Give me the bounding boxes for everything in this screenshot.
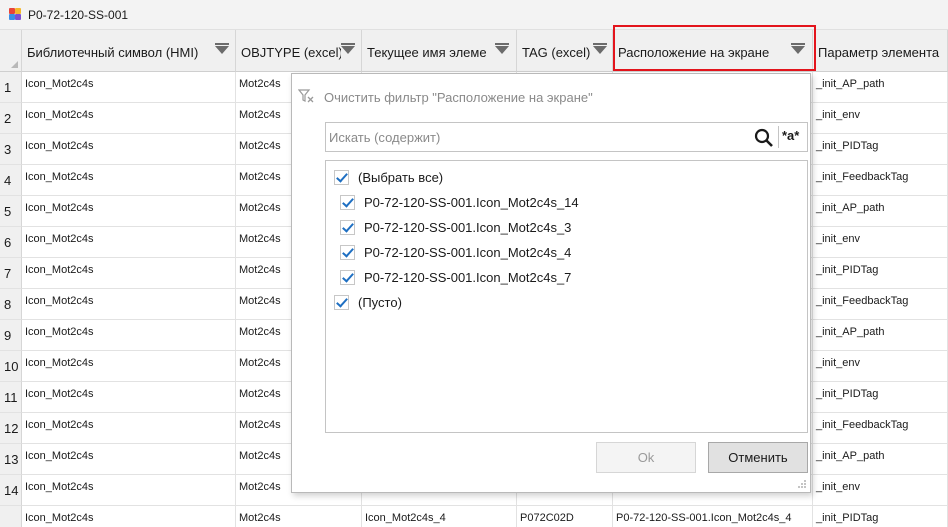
table-cell[interactable]: Icon_Mot2c4s: [22, 382, 236, 413]
clear-filter-button[interactable]: Очистить фильтр "Расположение на экране": [298, 87, 678, 107]
filter-popup: Очистить фильтр "Расположение на экране"…: [291, 73, 811, 493]
table-cell[interactable]: Icon_Mot2c4s: [22, 320, 236, 351]
row-number[interactable]: [0, 506, 22, 527]
row-number[interactable]: 12: [0, 413, 22, 444]
table-cell[interactable]: _init_AP_path: [813, 320, 948, 351]
list-item-label: P0-72-120-SS-001.Icon_Mot2c4s_14: [364, 195, 579, 210]
row-number[interactable]: 3: [0, 134, 22, 165]
column-header-library-symbol[interactable]: Библиотечный символ (HMI): [22, 30, 236, 72]
app-icon: [9, 8, 21, 20]
table-cell[interactable]: _init_PIDTag: [813, 134, 948, 165]
select-all-corner[interactable]: [0, 30, 22, 72]
table-cell[interactable]: _init_PIDTag: [813, 382, 948, 413]
row-number[interactable]: 14: [0, 475, 22, 506]
table-cell[interactable]: _init_env: [813, 475, 948, 506]
list-item-label: P0-72-120-SS-001.Icon_Mot2c4s_7: [364, 270, 572, 285]
table-cell[interactable]: _init_FeedbackTag: [813, 413, 948, 444]
column-header-current-name[interactable]: Текущее имя элеме: [362, 30, 517, 72]
table-cell[interactable]: P072C02D: [517, 506, 613, 527]
search-separator: [778, 126, 779, 148]
column-header-tag[interactable]: TAG (excel): [517, 30, 613, 72]
row-number[interactable]: 8: [0, 289, 22, 320]
list-item-label: (Пусто): [358, 295, 402, 310]
row-number[interactable]: 9: [0, 320, 22, 351]
table-cell[interactable]: _init_AP_path: [813, 444, 948, 475]
row-number[interactable]: 6: [0, 227, 22, 258]
checkbox[interactable]: [334, 170, 349, 185]
checkbox[interactable]: [340, 270, 355, 285]
table-cell[interactable]: Icon_Mot2c4s: [22, 134, 236, 165]
table-cell[interactable]: _init_PIDTag: [813, 258, 948, 289]
row-number[interactable]: 10: [0, 351, 22, 382]
column-header-label: Библиотечный символ (HMI): [27, 45, 199, 60]
row-number[interactable]: 4: [0, 165, 22, 196]
table-cell[interactable]: Icon_Mot2c4s: [22, 444, 236, 475]
table-cell[interactable]: Icon_Mot2c4s: [22, 165, 236, 196]
table-cell[interactable]: Icon_Mot2c4s: [22, 475, 236, 506]
filter-dropdown-icon[interactable]: [215, 43, 229, 54]
column-header-element-param[interactable]: Параметр элемента: [813, 30, 948, 72]
row-number[interactable]: 5: [0, 196, 22, 227]
table-cell[interactable]: _init_env: [813, 103, 948, 134]
table-cell[interactable]: Mot2c4s: [236, 506, 362, 527]
table-cell[interactable]: Icon_Mot2c4s: [22, 351, 236, 382]
filter-dropdown-icon[interactable]: [341, 43, 355, 54]
table-cell[interactable]: Icon_Mot2c4s_4: [362, 506, 517, 527]
ok-button[interactable]: Ok: [596, 442, 696, 473]
column-header-objtype[interactable]: OBJTYPE (excel): [236, 30, 362, 72]
resize-grip-icon[interactable]: [797, 479, 807, 489]
list-item-label: P0-72-120-SS-001.Icon_Mot2c4s_3: [364, 220, 572, 235]
column-header-label: Текущее имя элеме: [367, 45, 487, 60]
table-cell[interactable]: Icon_Mot2c4s: [22, 103, 236, 134]
row-number[interactable]: 7: [0, 258, 22, 289]
table-cell[interactable]: Icon_Mot2c4s: [22, 289, 236, 320]
row-number[interactable]: 2: [0, 103, 22, 134]
search-box: *a*: [325, 122, 808, 152]
filter-value-list: (Выбрать все) P0-72-120-SS-001.Icon_Mot2…: [325, 160, 808, 433]
table-cell[interactable]: _init_PIDTag: [813, 506, 948, 527]
window-title: P0-72-120-SS-001: [28, 8, 129, 22]
column-header-label: Параметр элемента: [818, 45, 940, 60]
row-number[interactable]: 13: [0, 444, 22, 475]
checkbox[interactable]: [340, 245, 355, 260]
row-number[interactable]: 11: [0, 382, 22, 413]
table-cell[interactable]: Icon_Mot2c4s: [22, 196, 236, 227]
filter-dropdown-icon[interactable]: [495, 43, 509, 54]
table-cell[interactable]: _init_FeedbackTag: [813, 165, 948, 196]
checkbox[interactable]: [340, 195, 355, 210]
table-cell[interactable]: _init_AP_path: [813, 196, 948, 227]
row-number[interactable]: 1: [0, 72, 22, 103]
table-cell[interactable]: _init_env: [813, 351, 948, 382]
checkbox[interactable]: [340, 220, 355, 235]
table-cell[interactable]: _init_AP_path: [813, 72, 948, 103]
filter-clear-icon: [298, 89, 314, 103]
table-cell[interactable]: _init_FeedbackTag: [813, 289, 948, 320]
table-cell[interactable]: Icon_Mot2c4s: [22, 413, 236, 444]
table-cell[interactable]: _init_env: [813, 227, 948, 258]
filter-dropdown-icon[interactable]: [593, 43, 607, 54]
table-cell[interactable]: Icon_Mot2c4s: [22, 227, 236, 258]
list-item-label: (Выбрать все): [358, 170, 444, 185]
checkbox[interactable]: [334, 295, 349, 310]
column-header-label: TAG (excel): [522, 45, 591, 60]
table-cell[interactable]: P0-72-120-SS-001.Icon_Mot2c4s_4: [613, 506, 813, 527]
search-icon[interactable]: [754, 128, 774, 148]
table-cell[interactable]: Icon_Mot2c4s: [22, 258, 236, 289]
cancel-button[interactable]: Отменить: [708, 442, 808, 473]
column-header-label: OBJTYPE (excel): [241, 45, 341, 60]
table-cell[interactable]: Icon_Mot2c4s: [22, 72, 236, 103]
search-input[interactable]: [329, 127, 749, 147]
case-sensitive-toggle[interactable]: *a*: [782, 128, 799, 143]
clear-filter-label: Очистить фильтр "Расположение на экране": [324, 90, 593, 105]
highlight-frame: [613, 25, 816, 71]
table-cell[interactable]: Icon_Mot2c4s: [22, 506, 236, 527]
list-item-label: P0-72-120-SS-001.Icon_Mot2c4s_4: [364, 245, 572, 260]
